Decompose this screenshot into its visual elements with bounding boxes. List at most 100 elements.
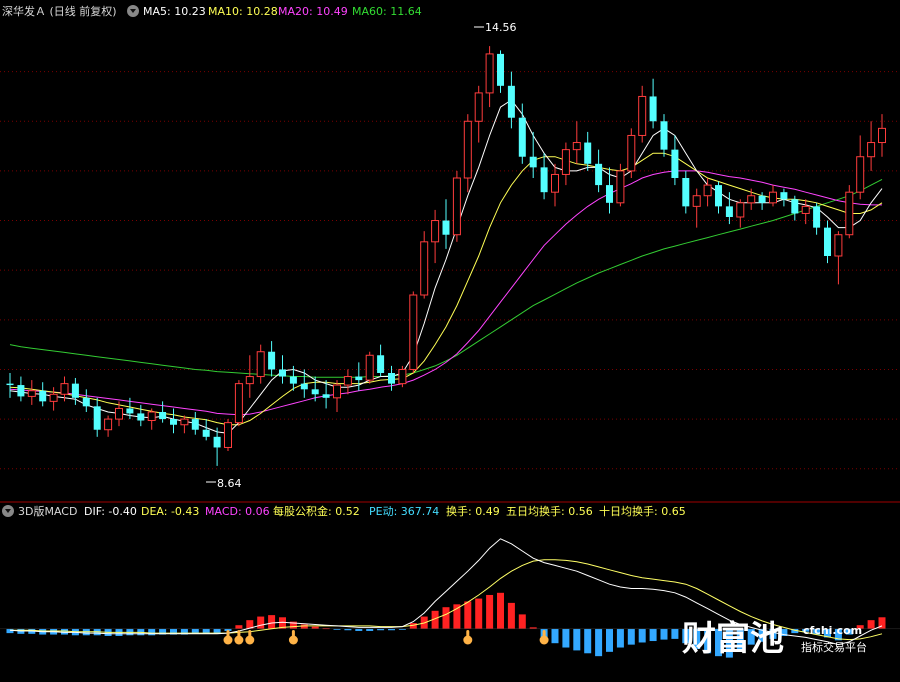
candle-body [213, 436, 221, 448]
candle-body [736, 202, 745, 218]
macd-bar [660, 628, 668, 640]
hand-finger [237, 630, 241, 637]
candle-body [692, 195, 701, 207]
candle-body [518, 117, 526, 157]
candle-body [660, 121, 668, 150]
dif-value: DIF: -0.40 [84, 505, 137, 518]
candle-body [289, 376, 297, 384]
candle-body [268, 351, 276, 370]
dea-value: DEA: -0.43 [141, 505, 199, 518]
high-price-label: 14.56 [485, 21, 517, 34]
candle-body [365, 354, 374, 381]
stock-title: 深华发Ａ (日线 前复权) [2, 4, 117, 18]
candle-body [813, 206, 821, 228]
macd-bar [584, 628, 592, 654]
candle-body [355, 376, 363, 381]
macd-bar [148, 628, 156, 636]
hand-finger [291, 630, 295, 637]
hand-finger [226, 630, 230, 637]
hand-finger [248, 630, 252, 637]
main-header: 深华发Ａ (日线 前复权) MA5: 10.23 MA10: 10.28 MA2… [2, 4, 422, 18]
watermark-brand: 财富池 [682, 619, 784, 659]
candle-body [388, 373, 395, 384]
candle-body [529, 156, 537, 168]
ma10-value: MA10: 10.28 [208, 5, 278, 18]
macd-value: MACD: 0.06 [205, 505, 270, 518]
macd-bar [671, 628, 679, 639]
turnover5-value: 五日均换手: 0.56 [506, 504, 593, 518]
candle-body [452, 177, 461, 236]
hand-finger [466, 630, 470, 637]
candle-body [234, 383, 243, 424]
macd-bar [638, 628, 646, 643]
candle-body [6, 383, 14, 386]
macd-bar [627, 628, 635, 645]
settings-icon[interactable] [127, 5, 139, 17]
candle-body [834, 234, 843, 257]
candle-body [703, 184, 712, 197]
candle-body [115, 407, 123, 420]
candle-body [649, 96, 657, 122]
candle-body [398, 368, 407, 385]
candle-body [409, 294, 418, 370]
candle-body [497, 53, 504, 86]
candle-body [60, 383, 69, 395]
candle-body [147, 411, 156, 422]
macd-bar [300, 624, 308, 629]
macd-bar [486, 594, 494, 629]
candle-body [540, 167, 548, 193]
candle-body [17, 385, 25, 397]
candle-body [606, 185, 613, 203]
candle-body [878, 127, 886, 144]
macd-bar [606, 628, 613, 652]
candle-body [126, 408, 134, 414]
candle-body [104, 418, 113, 431]
ma60-value: MA60: 11.64 [352, 5, 422, 18]
candle-body [420, 241, 429, 296]
indicator-title: 3D版MACD [18, 504, 77, 518]
candle-body [202, 429, 210, 437]
candle-body [791, 199, 799, 214]
macd-bar [867, 620, 875, 629]
stock-chart: 14.56 8.64 深华发Ａ (日线 前复权) MA5: 10.23 MA10… [0, 0, 900, 682]
candle-body [584, 142, 592, 164]
candle-body [82, 397, 90, 407]
candle-body [49, 393, 58, 402]
macd-bar [616, 628, 624, 648]
candle-body [845, 191, 854, 236]
macd-bar [366, 628, 374, 631]
macd-bar [475, 598, 483, 629]
candle-body [801, 205, 810, 214]
ma5-value: MA5: 10.23 [143, 5, 206, 18]
settings-icon[interactable] [2, 505, 14, 517]
macd-bar [453, 604, 461, 629]
ma20-value: MA20: 10.49 [278, 5, 348, 18]
macd-bar [464, 601, 472, 629]
candle-body [780, 192, 788, 200]
candle-body [758, 195, 766, 203]
candle-body [311, 389, 319, 395]
candle-body [715, 185, 722, 207]
candle-body [224, 422, 232, 448]
candle-body [256, 351, 265, 378]
candle-body [638, 95, 647, 136]
chart-background [0, 0, 900, 682]
macd-bar [311, 626, 319, 629]
candle-body [431, 220, 440, 243]
candle-body [170, 419, 177, 425]
low-price-label: 8.64 [217, 477, 242, 490]
macd-bar [235, 625, 243, 629]
candle-body [485, 53, 494, 94]
turnover-value: 换手: 0.49 [446, 504, 500, 518]
candle-body [71, 383, 79, 398]
candle-body [551, 173, 559, 193]
macd-bar [442, 607, 450, 629]
candle-body [333, 384, 341, 399]
macd-bar [268, 615, 276, 629]
candle-body [245, 376, 254, 385]
candle-body [39, 390, 47, 402]
macd-bar [573, 628, 581, 651]
macd-header: 3D版MACD DIF: -0.40 DEA: -0.43 MACD: 0.06… [2, 504, 686, 518]
candle-body [867, 142, 876, 158]
candle-body [442, 220, 450, 235]
